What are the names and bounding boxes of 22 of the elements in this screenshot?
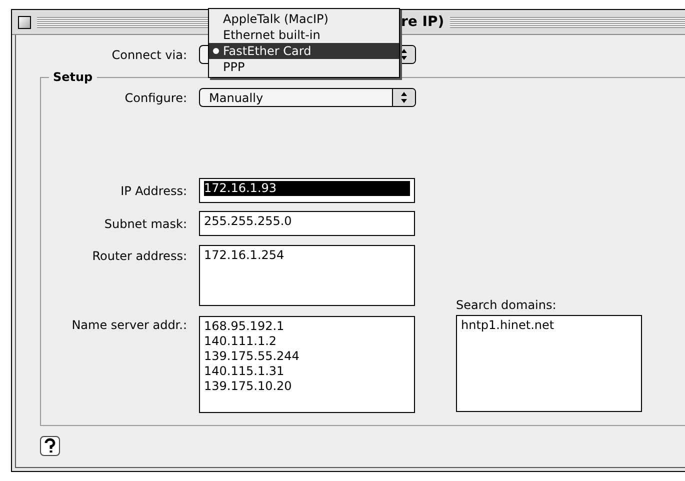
help-icon[interactable] [40, 436, 60, 456]
arrows-icon [392, 89, 415, 106]
field-label: Connect via: [110, 48, 188, 62]
group-title: Setup [52, 70, 94, 84]
menu-item[interactable]: Ethernet built-in [209, 27, 399, 43]
field-label: Subnet mask: [103, 216, 188, 230]
configure-popup[interactable]: Manually [199, 88, 416, 107]
window-title: re IP) [401, 14, 444, 30]
field-label: Router address: [91, 248, 188, 263]
input-field[interactable]: 172.16.1.93 [199, 178, 415, 203]
input-field[interactable]: 255.255.255.0 [199, 211, 415, 236]
field-label: IP Address: [120, 184, 188, 198]
close-box-icon[interactable] [18, 16, 31, 28]
field-label: Search domains: [456, 298, 558, 312]
menu-item[interactable]: FastEther Card [209, 43, 399, 59]
name-server-field[interactable]: 168.95.192.1 140.111.1.2 139.175.55.244 140.115.1.31 139.175.10.20 [199, 316, 415, 413]
menu-item[interactable]: AppleTalk (MacIP) [209, 11, 399, 27]
menu-item[interactable]: PPP [209, 59, 399, 75]
field-label: Name server addr.: [70, 317, 188, 332]
search-domains-field[interactable]: hntp1.hinet.net [456, 315, 642, 412]
router-address-field[interactable]: 172.16.1.254 [199, 245, 415, 306]
field-label: Configure: [124, 90, 188, 104]
